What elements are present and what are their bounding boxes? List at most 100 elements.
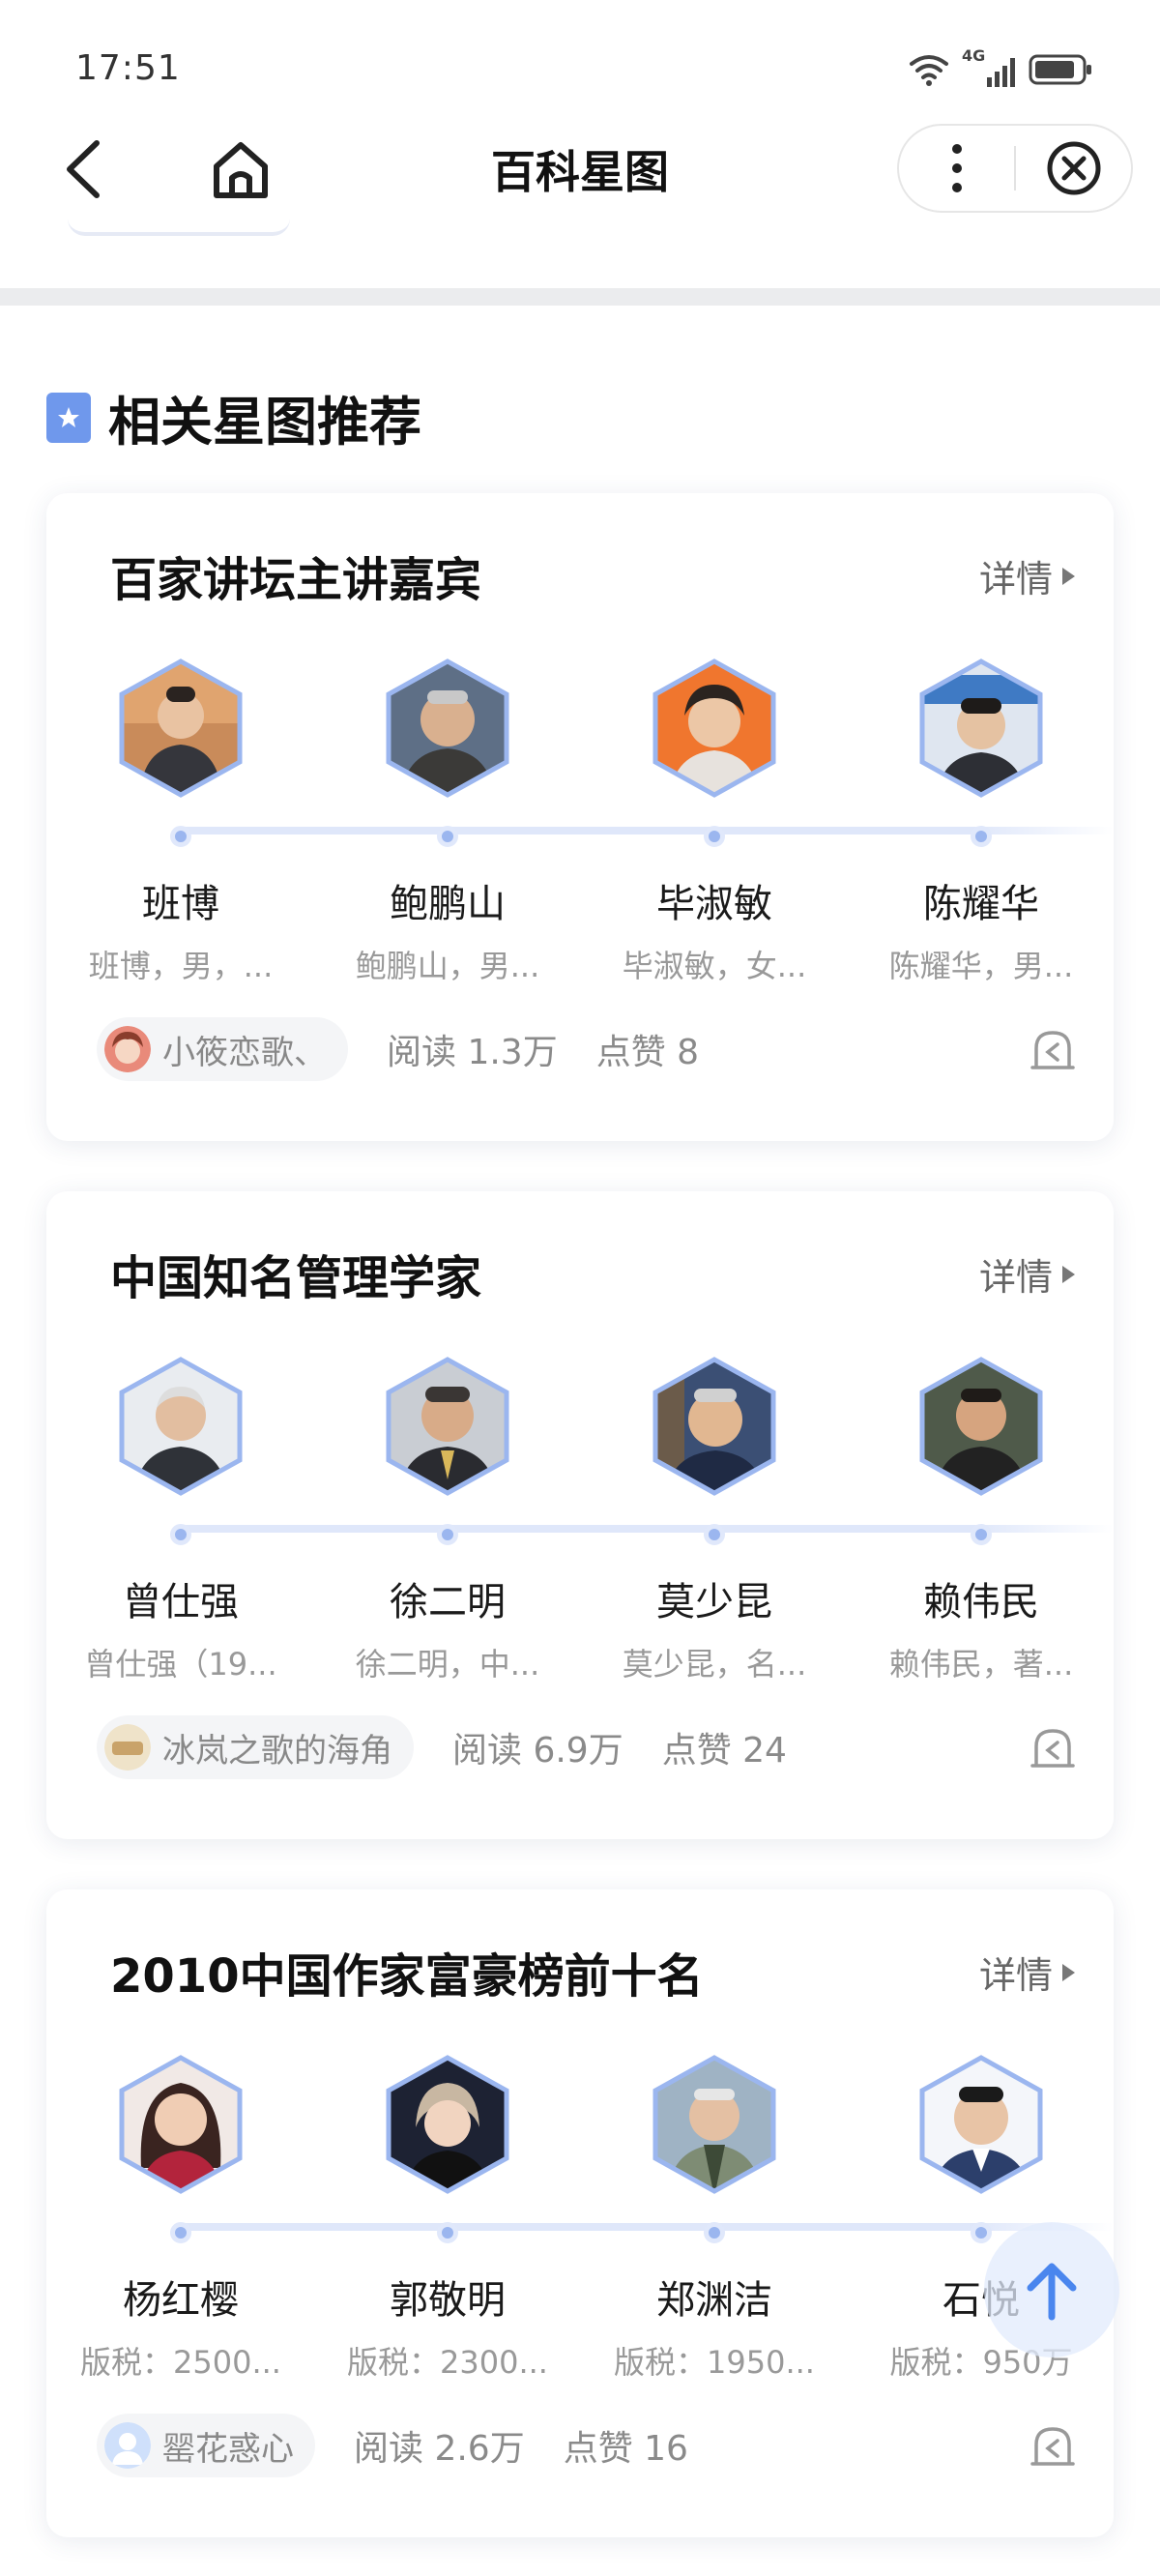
- like-count: 点赞 16: [563, 2429, 688, 2469]
- graph-card[interactable]: 2010中国作家富豪榜前十名 详情 杨红樱 版税：2500... 郭敬明 版税：…: [46, 1889, 1114, 2537]
- author-chip[interactable]: 冰岚之歌的海角: [97, 1715, 414, 1779]
- person-item[interactable]: 陈耀华 陈耀华，男...: [856, 656, 1107, 986]
- card-footer: 罂花惑心 阅读 2.6万 点赞 16: [97, 2412, 1075, 2479]
- avatar: [913, 656, 1050, 801]
- timeline-dot: [971, 2222, 992, 2243]
- person-item[interactable]: 杨红樱 版税：2500...: [55, 2052, 306, 2383]
- detail-link[interactable]: 详情: [979, 549, 1075, 602]
- author-chip[interactable]: 罂花惑心: [97, 2414, 315, 2477]
- timeline-dot: [437, 2222, 458, 2243]
- person-item[interactable]: 郑渊洁 版税：1950...: [589, 2052, 840, 2383]
- timeline-dot: [437, 1524, 458, 1545]
- more-button[interactable]: [899, 126, 1014, 211]
- author-chip[interactable]: 小筱恋歌、: [97, 1017, 348, 1081]
- timeline-dot: [704, 826, 725, 847]
- person-name: 杨红樱: [123, 2278, 239, 2323]
- person-item[interactable]: 郭敬明 版税：2300...: [322, 2052, 573, 2383]
- timeline-dot: [704, 1524, 725, 1545]
- avatar: [646, 1354, 783, 1499]
- person-name: 毕淑敏: [656, 882, 772, 926]
- person-desc: 班博，男，...: [88, 948, 274, 984]
- like-count: 点赞 8: [595, 1033, 700, 1072]
- play-arrow-icon: [1062, 567, 1075, 585]
- section-title: 相关星图推荐: [108, 392, 421, 453]
- person-desc: 鲍鹏山，男...: [355, 948, 540, 984]
- user-avatar: [104, 1026, 151, 1072]
- section-header: 相关星图推荐: [46, 379, 421, 455]
- detail-link[interactable]: 详情: [979, 1247, 1075, 1301]
- avatar: [112, 656, 249, 801]
- detail-label: 详情: [978, 1256, 1053, 1299]
- person-item[interactable]: 徐二明 徐二明，中...: [322, 1354, 573, 1684]
- avatar: [112, 1354, 249, 1499]
- person-item[interactable]: 毕淑敏 毕淑敏，女...: [589, 656, 840, 986]
- mini-program-capsule: [897, 124, 1133, 213]
- network-type: 4G: [962, 46, 986, 65]
- card-footer: 小筱恋歌、 阅读 1.3万 点赞 8: [97, 1015, 1075, 1083]
- like-count: 点赞 24: [661, 1731, 787, 1771]
- person-desc: 陈耀华，男...: [888, 948, 1074, 984]
- timeline-dot: [704, 2222, 725, 2243]
- timeline-dot: [971, 826, 992, 847]
- person-name: 莫少昆: [656, 1580, 772, 1625]
- avatar: [913, 1354, 1050, 1499]
- person-desc: 版税：2500...: [80, 2344, 281, 2381]
- person-name: 郭敬明: [390, 2278, 506, 2323]
- share-icon[interactable]: [1030, 1029, 1075, 1069]
- graph-card[interactable]: 中国知名管理学家 详情 曾仕强 曾仕强（19... 徐二明 徐二明，中... 莫…: [46, 1191, 1114, 1839]
- graph-card[interactable]: 百家讲坛主讲嘉宾 详情 班博 班博，男，... 鲍鹏山 鲍鹏山，男... 毕淑敏…: [46, 493, 1114, 1141]
- person-item[interactable]: 鲍鹏山 鲍鹏山，男...: [322, 656, 573, 986]
- wifi-icon: [910, 55, 948, 86]
- timeline-dot: [170, 826, 191, 847]
- battery-icon: [1029, 54, 1091, 85]
- card-title: 百家讲坛主讲嘉宾: [110, 553, 482, 607]
- author-name: 罂花惑心: [162, 2429, 294, 2469]
- card-title: 中国知名管理学家: [110, 1251, 482, 1305]
- timeline-dot: [170, 2222, 191, 2243]
- share-icon[interactable]: [1030, 1727, 1075, 1768]
- detail-label: 详情: [978, 558, 1053, 600]
- play-arrow-icon: [1062, 1963, 1075, 1981]
- scroll-to-top-button[interactable]: [984, 2222, 1119, 2357]
- close-button[interactable]: [1016, 126, 1131, 211]
- person-item[interactable]: 曾仕强 曾仕强（19...: [55, 1354, 306, 1684]
- read-count: 阅读 2.6万: [354, 2429, 525, 2469]
- author-name: 冰岚之歌的海角: [162, 1731, 392, 1771]
- top-bar: 17:51 4G 百科星图: [0, 0, 1160, 288]
- signal-icon: 4G: [962, 46, 1015, 87]
- person-name: 班博: [142, 882, 219, 926]
- more-vertical-icon: [951, 144, 962, 192]
- person-desc: 莫少昆，名...: [622, 1646, 807, 1683]
- person-desc: 版税：2300...: [347, 2344, 548, 2381]
- avatar: [379, 1354, 516, 1499]
- author-name: 小筱恋歌、: [162, 1033, 327, 1072]
- bookmark-star-icon: [46, 392, 91, 443]
- read-count: 阅读 6.9万: [452, 1731, 624, 1771]
- timeline-dot: [971, 1524, 992, 1545]
- person-desc: 版税：1950...: [614, 2344, 815, 2381]
- card-footer: 冰岚之歌的海角 阅读 6.9万 点赞 24: [97, 1713, 1075, 1781]
- detail-link[interactable]: 详情: [979, 1946, 1075, 1999]
- avatar: [913, 2052, 1050, 2197]
- person-item[interactable]: 赖伟民 赖伟民，著...: [856, 1354, 1107, 1684]
- section-divider: [0, 288, 1160, 306]
- person-desc: 赖伟民，著...: [888, 1646, 1074, 1683]
- person-name: 郑渊洁: [656, 2278, 772, 2323]
- avatar: [379, 656, 516, 801]
- avatar: [379, 2052, 516, 2197]
- person-item[interactable]: 莫少昆 莫少昆，名...: [589, 1354, 840, 1684]
- main-content: 相关星图推荐 百家讲坛主讲嘉宾 详情 班博 班博，男，... 鲍鹏山 鲍鹏山，男…: [0, 306, 1160, 2576]
- person-name: 鲍鹏山: [390, 882, 506, 926]
- share-icon[interactable]: [1030, 2425, 1075, 2466]
- card-title: 2010中国作家富豪榜前十名: [110, 1949, 704, 2004]
- status-icons: 4G: [908, 46, 1092, 91]
- timeline-dot: [170, 1524, 191, 1545]
- person-item[interactable]: 班博 班博，男，...: [55, 656, 306, 986]
- read-count: 阅读 1.3万: [387, 1033, 558, 1072]
- user-avatar: [104, 1724, 151, 1771]
- status-time: 17:51: [75, 48, 181, 88]
- person-name: 徐二明: [390, 1580, 506, 1625]
- person-name: 陈耀华: [923, 882, 1039, 926]
- avatar: [646, 2052, 783, 2197]
- person-name: 曾仕强: [123, 1580, 239, 1625]
